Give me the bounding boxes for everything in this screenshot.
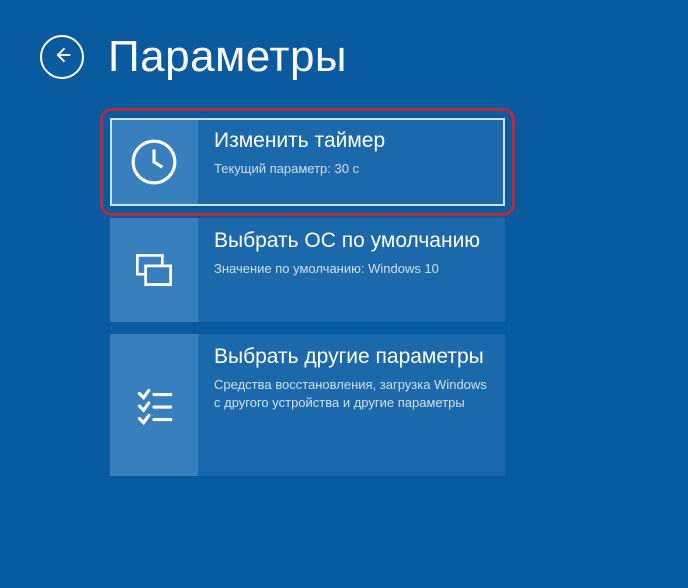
- option-text: Изменить таймер Текущий параметр: 30 с: [198, 118, 505, 188]
- option-text: Выбрать другие параметры Средства восста…: [198, 334, 505, 421]
- option-desc: Средства восстановления, загрузка Window…: [214, 376, 491, 411]
- option-title: Выбрать другие параметры: [214, 344, 491, 370]
- option-title: Выбрать ОС по умолчанию: [214, 228, 491, 254]
- back-button[interactable]: [40, 35, 84, 79]
- option-text: Выбрать ОС по умолчанию Значение по умол…: [198, 218, 505, 288]
- option-default-os[interactable]: Выбрать ОС по умолчанию Значение по умол…: [110, 218, 505, 322]
- option-change-timer[interactable]: Изменить таймер Текущий параметр: 30 с: [110, 118, 505, 206]
- page-title: Параметры: [108, 32, 347, 82]
- header: Параметры: [0, 0, 688, 106]
- option-title: Изменить таймер: [214, 128, 491, 154]
- option-other-params[interactable]: Выбрать другие параметры Средства восста…: [110, 334, 505, 476]
- option-desc: Текущий параметр: 30 с: [214, 160, 491, 178]
- checklist-icon: [110, 334, 198, 476]
- windows-icon: [110, 218, 198, 322]
- clock-icon: [110, 118, 198, 206]
- arrow-left-icon: [52, 45, 72, 70]
- options-list: Изменить таймер Текущий параметр: 30 с В…: [0, 106, 688, 476]
- option-desc: Значение по умолчанию: Windows 10: [214, 260, 491, 278]
